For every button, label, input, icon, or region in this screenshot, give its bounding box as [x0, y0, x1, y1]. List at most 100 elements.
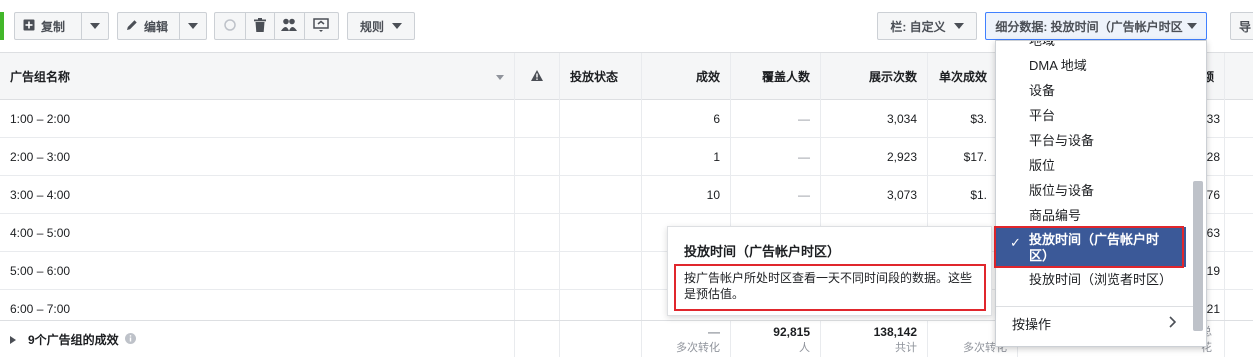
menu-item-platform[interactable]: 平台 — [996, 108, 1186, 124]
menu-item-platform-device[interactable]: 平台与设备 — [996, 133, 1186, 149]
tooltip-title: 投放时间（广告帐户时区） — [684, 244, 841, 259]
row-warning — [515, 100, 560, 137]
row-status — [560, 138, 642, 175]
breakdown-dropdown-menu: 地域 DMA 地域 设备 平台 平台与设备 版位 版位与设备 商品编号 ✓ 投放… — [995, 40, 1207, 347]
menu-item-region[interactable]: 地域 — [996, 41, 1186, 49]
menu-item-time-viewer-tz[interactable]: 投放时间（浏览者时区） — [996, 272, 1186, 288]
column-header-impressions[interactable]: 展示次数 — [821, 53, 928, 100]
refresh-button[interactable] — [215, 13, 245, 39]
row-reach: — — [731, 100, 821, 137]
menu-divider — [996, 306, 1196, 307]
row-warning — [515, 138, 560, 175]
chevron-down-icon — [953, 23, 964, 29]
row-name: 1:00 – 2:00 — [0, 100, 515, 137]
edit-label: 编辑 — [144, 19, 169, 34]
column-header-label: 广告组名称 — [10, 70, 71, 84]
dropdown-scrollbar[interactable] — [1193, 181, 1203, 331]
chevron-down-icon — [392, 23, 402, 29]
highlight-box-selected-item — [994, 226, 1184, 268]
footer-warning — [515, 321, 560, 357]
row-name: 2:00 – 3:00 — [0, 138, 515, 175]
menu-item-dma-region[interactable]: DMA 地域 — [996, 58, 1186, 74]
copy-button[interactable]: 复制 — [15, 13, 81, 39]
edit-button[interactable]: 编辑 — [118, 13, 179, 39]
row-status — [560, 176, 642, 213]
columns-button[interactable]: 栏: 自定义 — [877, 12, 977, 40]
footer-label-cell[interactable]: 9个广告组的成效 — [0, 321, 515, 357]
column-header-label: 成效 — [695, 70, 720, 84]
green-indicator — [0, 12, 4, 40]
preview-button[interactable] — [303, 13, 338, 39]
column-header-reach[interactable]: 覆盖人数 — [731, 53, 821, 100]
row-cost: $17. — [928, 138, 998, 175]
copy-label: 复制 — [41, 19, 66, 34]
menu-item-placement-device[interactable]: 版位与设备 — [996, 183, 1186, 199]
breakdown-button[interactable]: 细分数据: 投放时间（广告帐户时区 — [985, 12, 1207, 40]
row-results: 6 — [642, 100, 731, 137]
menu-item-device[interactable]: 设备 — [996, 83, 1186, 99]
menu-item-product-id[interactable]: 商品编号 — [996, 208, 1186, 224]
footer-status — [560, 321, 642, 357]
menu-item-label: 按操作 — [1012, 317, 1052, 332]
copy-dropdown-button[interactable] — [81, 13, 108, 39]
column-header-cost[interactable]: 单次成效 — [928, 53, 998, 100]
column-header-label: 单次成效 — [938, 70, 987, 84]
columns-label: 栏: 自定义 — [890, 19, 946, 34]
action-icons-group — [214, 12, 339, 40]
trash-icon — [253, 17, 266, 35]
footer-reach-value: 92,815 — [773, 324, 810, 339]
column-header-label: 展示次数 — [868, 70, 917, 84]
rules-label: 规则 — [359, 19, 384, 34]
footer-impressions: 138,142 共计 — [821, 321, 928, 357]
row-name: 3:00 – 4:00 — [0, 176, 515, 213]
info-icon[interactable] — [124, 332, 136, 347]
export-label: 导 — [1239, 19, 1252, 34]
column-header-results[interactable]: 成效 — [642, 53, 731, 100]
row-reach: — — [731, 138, 821, 175]
row-status — [560, 100, 642, 137]
row-results: 10 — [642, 176, 731, 213]
export-button[interactable]: 导 — [1230, 12, 1253, 40]
refresh-icon — [223, 18, 237, 35]
chevron-down-icon — [90, 23, 100, 29]
menu-item-by-action[interactable]: 按操作 — [996, 316, 1186, 333]
footer-label: 9个广告组的成效 — [28, 333, 119, 347]
rules-button[interactable]: 规则 — [347, 12, 415, 40]
row-cost: $1. — [928, 176, 998, 213]
edit-dropdown-button[interactable] — [179, 13, 206, 39]
chevron-down-icon — [188, 23, 198, 29]
row-warning — [515, 176, 560, 213]
menu-item-placement[interactable]: 版位 — [996, 158, 1186, 174]
column-header-name[interactable]: 广告组名称 — [0, 53, 515, 100]
row-name: 5:00 – 6:00 — [0, 252, 515, 289]
preview-icon — [313, 17, 330, 35]
column-header-label: 投放状态 — [570, 70, 619, 84]
chevron-right-icon — [1169, 316, 1177, 332]
copy-button-group: 复制 — [14, 12, 109, 40]
row-status — [560, 252, 642, 289]
footer-impressions-value: 138,142 — [873, 324, 917, 339]
footer-results-value: — — [708, 324, 720, 339]
pencil-icon — [126, 19, 138, 34]
row-warning — [515, 252, 560, 289]
highlight-box-tooltip-text — [674, 264, 986, 311]
row-status — [560, 214, 642, 251]
expand-caret-icon[interactable] — [10, 333, 16, 347]
row-impressions: 3,073 — [821, 176, 928, 213]
plus-box-icon — [23, 19, 35, 34]
warning-icon — [531, 69, 543, 84]
row-cost: $3. — [928, 100, 998, 137]
row-reach: — — [731, 176, 821, 213]
column-header-warning — [515, 53, 560, 100]
footer-reach-sub: 人 — [799, 341, 810, 354]
people-icon — [281, 18, 298, 35]
column-header-status[interactable]: 投放状态 — [560, 53, 642, 100]
row-impressions: 3,034 — [821, 100, 928, 137]
footer-reach: 92,815 人 — [731, 321, 821, 357]
ab-test-button[interactable] — [274, 13, 304, 39]
delete-button[interactable] — [244, 13, 275, 39]
sort-caret-icon[interactable] — [496, 70, 504, 84]
column-header-label: 覆盖人数 — [761, 70, 810, 84]
breakdown-label: 细分数据: 投放时间（广告帐户时区 — [995, 19, 1183, 34]
edit-button-group: 编辑 — [117, 12, 207, 40]
